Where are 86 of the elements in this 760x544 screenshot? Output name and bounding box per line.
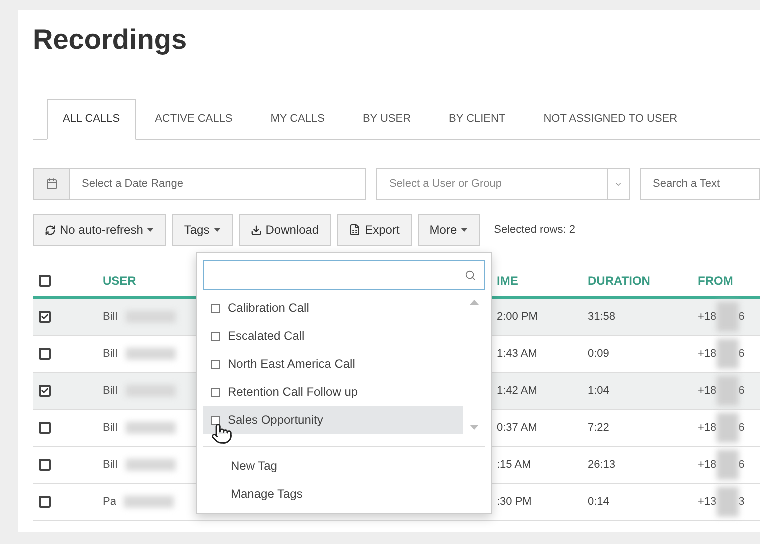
blurred-text — [716, 376, 739, 406]
blurred-text — [126, 459, 176, 471]
check-icon — [41, 386, 49, 396]
table-cell-text: 1:04 — [588, 384, 610, 399]
refresh-icon — [45, 224, 56, 236]
tab[interactable]: MY CALLS — [252, 99, 344, 139]
date-range-picker[interactable]: Select a Date Range — [33, 168, 366, 200]
table-cell-text: Bill — [103, 384, 118, 399]
table-cell-text: 6 — [738, 346, 745, 362]
date-range-field[interactable]: Select a Date Range — [70, 169, 366, 199]
table-cell-text: :30 PM — [496, 494, 533, 510]
checkbox[interactable] — [39, 385, 51, 397]
table-cell-text: Bill — [103, 458, 118, 473]
blurred-text — [124, 496, 174, 508]
table-cell-text: +18 — [698, 310, 717, 325]
checkbox[interactable] — [39, 459, 51, 471]
table-cell-text: 6 — [738, 384, 745, 399]
user-group-select[interactable]: Select a User or Group — [376, 168, 630, 200]
checkbox[interactable] — [39, 496, 51, 508]
table-cell-text: Bill — [103, 346, 118, 362]
search-field[interactable]: Search a Text — [640, 168, 760, 200]
table-cell-text: 1:42 AM — [496, 384, 538, 399]
tab[interactable]: BY CLIENT — [430, 99, 525, 139]
table-cell-text: Bill — [103, 310, 118, 325]
table-cell-text: +18 — [698, 458, 717, 473]
toolbar-button[interactable]: Tags — [172, 214, 233, 246]
table-cell-text: 3 — [738, 494, 745, 510]
tag-search-field[interactable] — [203, 260, 485, 290]
blurred-text — [716, 487, 739, 517]
checkbox[interactable] — [211, 304, 220, 312]
table-cell-text: :15 AM — [496, 458, 532, 473]
table-cell-text: +18 — [698, 420, 717, 436]
checkbox[interactable] — [211, 332, 220, 340]
tab[interactable]: ACTIVE CALLS — [136, 99, 252, 139]
table-cell-text: Bill — [103, 420, 118, 436]
calendar-icon — [46, 178, 58, 190]
selected-rows-status: Selected rows: 2 — [494, 222, 576, 238]
table-cell-text: 6 — [738, 310, 745, 325]
table-cell-text: 0:14 — [588, 494, 610, 510]
checkbox[interactable] — [211, 360, 220, 368]
blurred-text — [126, 422, 176, 434]
checkbox[interactable] — [39, 348, 51, 360]
download-icon — [250, 224, 262, 236]
tab[interactable]: ALL CALLS — [47, 99, 136, 140]
tab[interactable]: BY USER — [344, 99, 430, 139]
blurred-text — [716, 413, 739, 443]
tag-option[interactable]: Calibration Call — [203, 294, 463, 322]
blurred-text — [716, 339, 739, 369]
blurred-text — [126, 348, 176, 360]
table-cell-text: 1:43 AM — [496, 346, 538, 362]
checkbox[interactable] — [39, 275, 51, 287]
menu-item[interactable]: Manage Tags — [231, 485, 303, 503]
table-cell-text: +13 — [698, 494, 717, 510]
table-cell-text: 2:00 PM — [496, 310, 539, 325]
tag-option[interactable]: North East America Call — [203, 350, 463, 378]
check-icon — [41, 312, 49, 322]
tag-option[interactable]: Escalated Call — [203, 322, 463, 350]
tab[interactable]: NOT ASSIGNED TO USER — [524, 99, 697, 139]
tag-option[interactable]: Retention Call Follow up — [203, 378, 463, 406]
table-cell-text: 0:09 — [588, 346, 610, 362]
checkbox[interactable] — [39, 422, 51, 434]
checkbox[interactable] — [39, 311, 51, 323]
table-cell-text: +18 — [698, 346, 717, 362]
blurred-text — [716, 450, 739, 480]
user-group-field[interactable]: Select a User or Group — [377, 176, 607, 192]
table-cell-text: +18 — [698, 384, 717, 399]
toolbar-button[interactable]: Download — [238, 214, 332, 246]
toolbar-button[interactable]: No auto-refresh — [33, 214, 166, 246]
checkbox[interactable] — [211, 416, 220, 424]
table-cell-text: 31:58 — [588, 310, 617, 325]
toolbar-button[interactable]: Export — [337, 214, 412, 246]
table-cell-text: 0:37 AM — [496, 420, 538, 436]
search-icon — [465, 270, 476, 280]
spreadsheet-icon — [349, 224, 362, 236]
page-title: Recordings — [33, 23, 188, 57]
tag-option[interactable]: Sales Opportunity — [203, 406, 463, 434]
table-cell-text: Pa — [103, 494, 116, 510]
toolbar-button[interactable]: More — [418, 214, 480, 246]
hand-cursor-icon — [211, 423, 233, 445]
menu-item[interactable]: New Tag — [231, 457, 278, 475]
table-cell-text: 26:13 — [588, 458, 617, 473]
blurred-text — [716, 302, 739, 332]
table-cell-text: 7:22 — [588, 420, 610, 436]
table-cell-text: 6 — [738, 458, 745, 473]
checkbox[interactable] — [211, 388, 220, 396]
table-cell-text: 6 — [738, 420, 745, 436]
